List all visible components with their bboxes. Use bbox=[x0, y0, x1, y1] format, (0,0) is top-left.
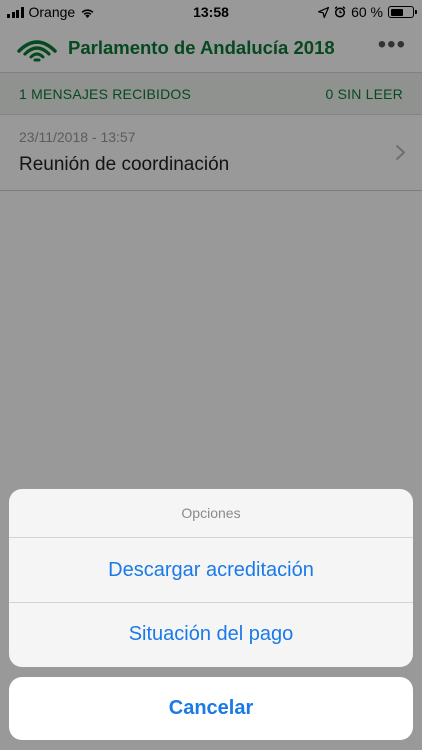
cancel-button[interactable]: Cancelar bbox=[9, 677, 413, 740]
action-sheet: Opciones Descargar acreditación Situació… bbox=[9, 489, 413, 667]
action-sheet-title: Opciones bbox=[9, 489, 413, 538]
download-accreditation-button[interactable]: Descargar acreditación bbox=[9, 538, 413, 602]
payment-status-button[interactable]: Situación del pago bbox=[9, 602, 413, 666]
